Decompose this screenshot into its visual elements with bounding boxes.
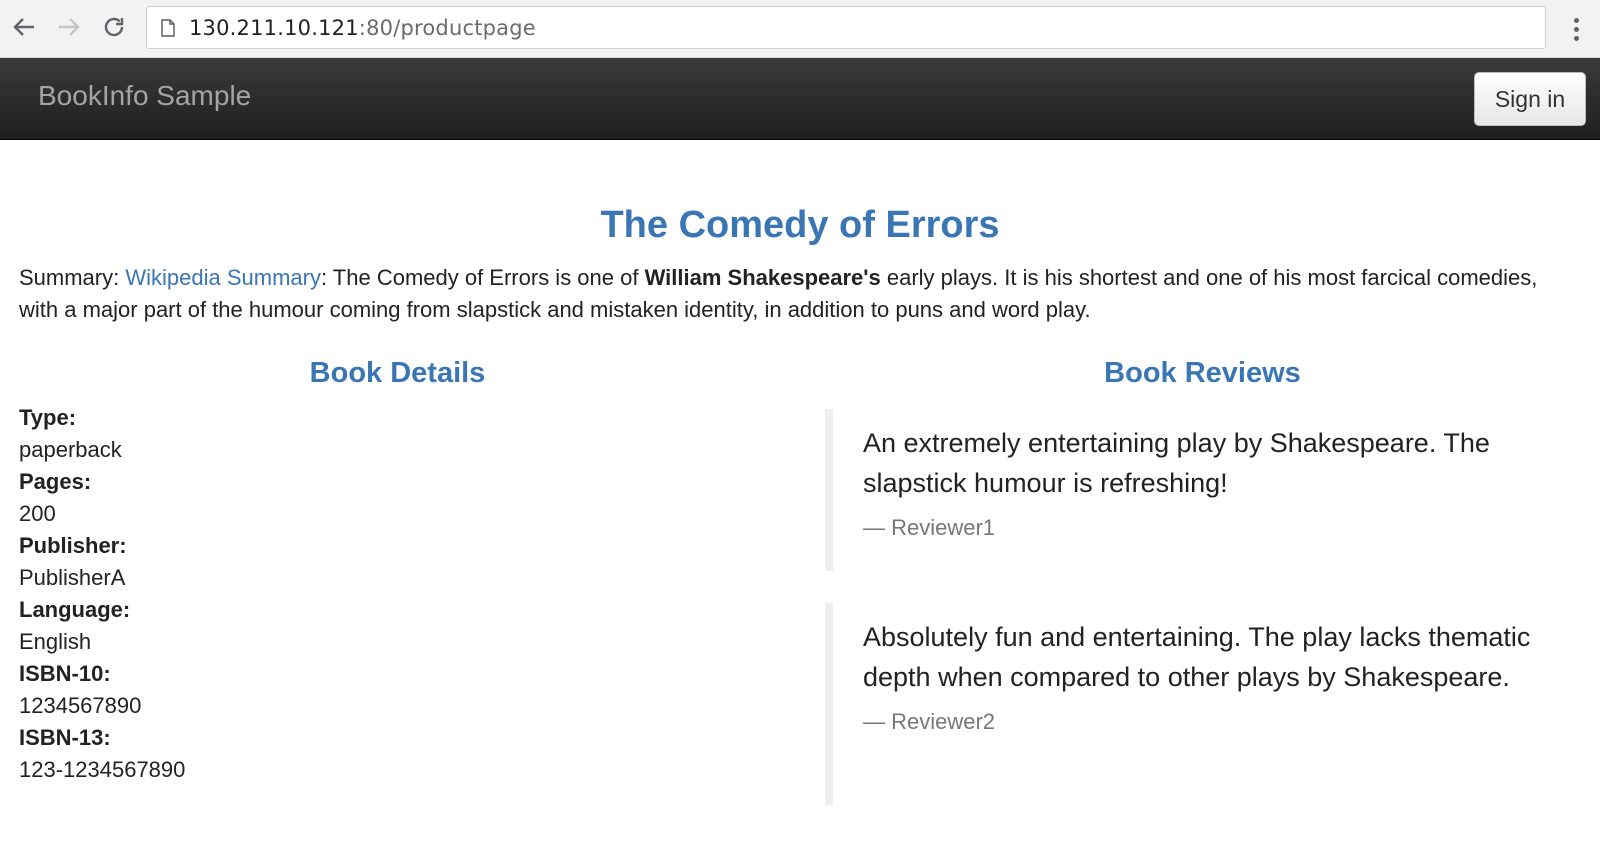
book-reviews-heading: Book Reviews — [1104, 357, 1301, 389]
detail-label-type: Type: — [19, 405, 77, 430]
url-text[interactable]: 130.211.10.121:80/productpage — [189, 16, 536, 40]
detail-value-type: paperback — [19, 437, 122, 462]
forward-arrow-icon[interactable] — [54, 12, 84, 42]
summary-label: Summary: — [19, 265, 126, 290]
book-details-heading: Book Details — [309, 357, 486, 389]
review-2-text: Absolutely fun and entertaining. The pla… — [863, 622, 1531, 692]
detail-value-isbn13: 123-1234567890 — [19, 757, 186, 782]
url-path: :80/productpage — [358, 15, 536, 40]
detail-label-isbn13: ISBN-13: — [19, 725, 111, 750]
detail-label-publisher: Publisher: — [19, 533, 127, 558]
reload-icon[interactable] — [99, 12, 129, 42]
page-title: The Comedy of Errors — [600, 204, 1000, 246]
book-summary: Summary: Wikipedia Summary: The Comedy o… — [19, 262, 1579, 326]
summary-text-1: : The Comedy of Errors is one of — [320, 265, 645, 290]
wikipedia-summary-link[interactable]: Wikipedia Summary — [125, 265, 321, 290]
address-bar[interactable]: 130.211.10.121:80/productpage — [146, 6, 1546, 49]
review-2: Absolutely fun and entertaining. The pla… — [825, 603, 1555, 805]
page-icon — [161, 18, 175, 37]
brand-title[interactable]: BookInfo Sample — [38, 80, 251, 112]
review-1-author: — Reviewer1 — [863, 515, 996, 540]
summary-author: William Shakespeare's — [644, 265, 881, 290]
back-arrow-icon[interactable] — [9, 12, 39, 42]
detail-label-pages: Pages: — [19, 469, 92, 494]
url-host: 130.211.10.121 — [189, 15, 359, 40]
detail-value-publisher: PublisherA — [19, 565, 126, 590]
navbar: BookInfo Sample Sign in — [0, 58, 1600, 140]
sign-in-button[interactable]: Sign in — [1474, 72, 1586, 126]
review-1-text: An extremely entertaining play by Shakes… — [863, 428, 1490, 498]
detail-label-language: Language: — [19, 597, 131, 622]
detail-value-language: English — [19, 629, 92, 654]
review-1: An extremely entertaining play by Shakes… — [825, 409, 1555, 571]
review-2-author: — Reviewer2 — [863, 709, 996, 734]
detail-label-isbn10: ISBN-10: — [19, 661, 111, 686]
browser-toolbar: 130.211.10.121:80/productpage — [0, 0, 1600, 58]
detail-value-pages: 200 — [19, 501, 56, 526]
book-details-list: Type: paperback Pages: 200 Publisher: Pu… — [19, 402, 185, 786]
vertical-dots-menu-icon[interactable] — [1566, 12, 1586, 46]
detail-value-isbn10: 1234567890 — [19, 693, 142, 718]
